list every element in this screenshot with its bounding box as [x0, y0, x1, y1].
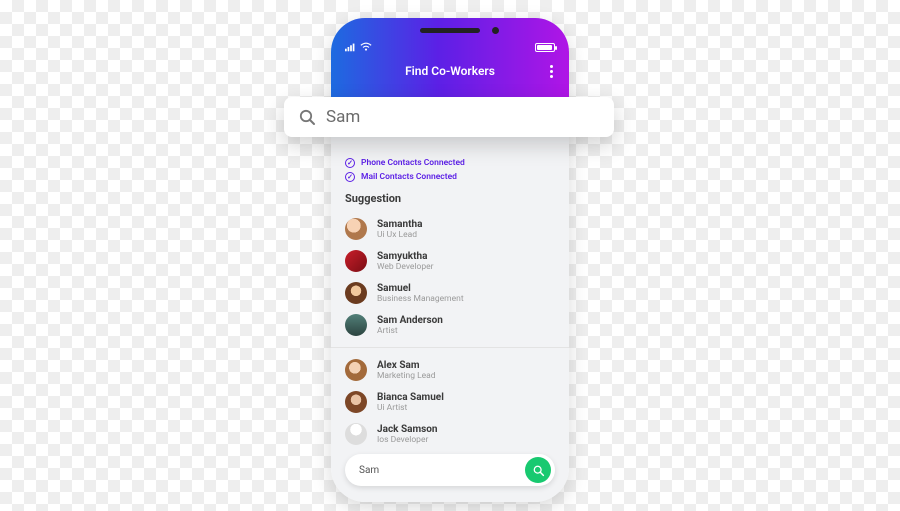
- search-icon: [298, 108, 316, 126]
- content-area: Phone Contacts Connected Mail Contacts C…: [331, 98, 569, 502]
- avatar: [345, 218, 367, 240]
- list-item[interactable]: Jack SamsonIos Developer: [345, 418, 555, 450]
- contact-name: Sam Anderson: [377, 315, 443, 326]
- contact-role: Artist: [377, 326, 443, 336]
- contact-role: Ui Artist: [377, 403, 444, 413]
- battery-icon: [535, 43, 555, 52]
- connected-phone-label: Phone Contacts Connected: [361, 158, 465, 168]
- overlay-search-bar[interactable]: Sam: [284, 97, 614, 137]
- divider: [331, 347, 569, 348]
- contact-name: Samyuktha: [377, 251, 433, 262]
- avatar: [345, 250, 367, 272]
- wifi-icon: [360, 42, 372, 52]
- contact-name: Bianca Samuel: [377, 392, 444, 403]
- list-item[interactable]: SamyukthaWeb Developer: [345, 245, 555, 277]
- device-notch: [420, 28, 480, 33]
- contact-role: Ios Developer: [377, 435, 438, 445]
- section-title: Suggestion: [345, 192, 555, 205]
- list-item[interactable]: Sam AndersonArtist: [345, 309, 555, 341]
- avatar: [345, 359, 367, 381]
- avatar: [345, 282, 367, 304]
- bottom-search-value: Sam: [359, 465, 379, 476]
- list-item[interactable]: Alex SamMarketing Lead: [345, 354, 555, 386]
- avatar: [345, 391, 367, 413]
- contact-role: Web Developer: [377, 262, 433, 272]
- connected-mail-label: Mail Contacts Connected: [361, 172, 457, 182]
- check-icon: [345, 158, 355, 168]
- signal-icon: [345, 42, 357, 52]
- list-item[interactable]: SamanthaUi Ux Lead: [345, 213, 555, 245]
- avatar: [345, 314, 367, 336]
- contact-role: Ui Ux Lead: [377, 230, 422, 240]
- list-item[interactable]: Bianca SamuelUi Artist: [345, 386, 555, 418]
- check-icon: [345, 172, 355, 182]
- contact-role: Marketing Lead: [377, 371, 436, 381]
- contact-name: Jack Samson: [377, 424, 438, 435]
- phone-frame: Find Co-Workers Phone Contacts Connected…: [331, 18, 569, 502]
- phone-contacts-connected[interactable]: Phone Contacts Connected: [345, 158, 555, 168]
- page-title: Find Co-Workers: [405, 64, 495, 78]
- overlay-search-query: Sam: [326, 107, 360, 127]
- more-icon[interactable]: [550, 65, 553, 78]
- status-bar: [345, 40, 555, 54]
- contact-name: Samantha: [377, 219, 422, 230]
- list-item[interactable]: SamuelBusiness Management: [345, 277, 555, 309]
- contact-role: Business Management: [377, 294, 464, 304]
- search-icon: [532, 464, 545, 477]
- avatar: [345, 423, 367, 445]
- mail-contacts-connected[interactable]: Mail Contacts Connected: [345, 172, 555, 182]
- contact-name: Samuel: [377, 283, 464, 294]
- contact-name: Alex Sam: [377, 360, 436, 371]
- search-button[interactable]: [525, 457, 551, 483]
- device-camera-dot: [492, 27, 499, 34]
- bottom-search-bar[interactable]: Sam: [345, 454, 555, 486]
